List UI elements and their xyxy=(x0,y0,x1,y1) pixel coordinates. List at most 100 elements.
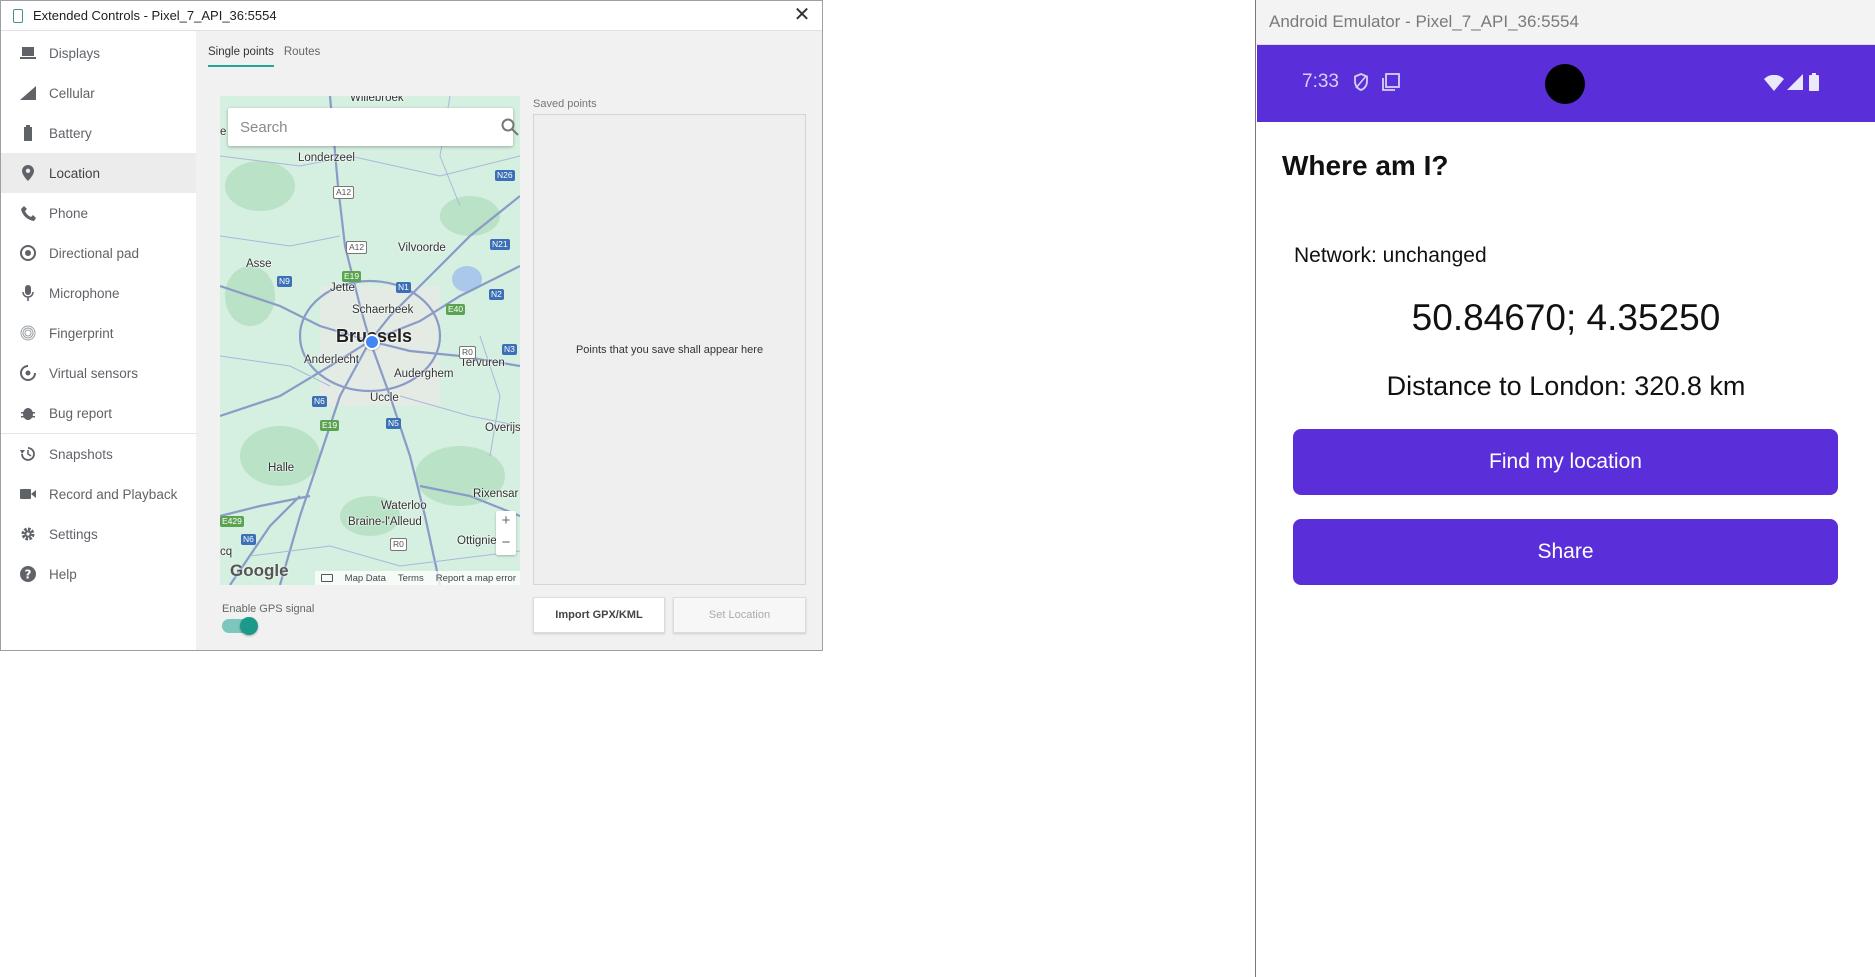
sidebar-item-label: Cellular xyxy=(49,85,95,101)
gps-signal-label: Enable GPS signal xyxy=(222,603,315,615)
map-label-auderghem: Auderghem xyxy=(394,368,454,380)
map-data-link[interactable]: Map Data xyxy=(345,573,386,584)
terms-link[interactable]: Terms xyxy=(398,573,424,584)
map-label-londerzeel: Londerzeel xyxy=(298,152,355,164)
map-label-anderlecht: Anderlecht xyxy=(304,354,359,366)
sidebar-item-battery[interactable]: Battery xyxy=(1,113,196,153)
video-camera-icon xyxy=(19,485,37,503)
sidebar-item-label: Record and Playback xyxy=(49,486,178,502)
close-icon[interactable]: ✕ xyxy=(790,4,814,28)
extended-controls-titlebar: Extended Controls - Pixel_7_API_36:5554 … xyxy=(1,1,822,31)
map-search-box xyxy=(228,108,519,146)
sidebar-item-label: Battery xyxy=(49,125,92,141)
emulator-app-icon xyxy=(13,8,23,23)
saved-points-label: Saved points xyxy=(533,98,597,110)
sidebar-item-label: Directional pad xyxy=(49,245,140,261)
display-icon xyxy=(19,44,37,62)
find-my-location-button[interactable]: Find my location xyxy=(1293,429,1838,495)
report-map-error-link[interactable]: Report a map error xyxy=(436,573,516,584)
road-shield: N1 xyxy=(396,282,411,293)
sidebar-item-label: Microphone xyxy=(49,285,120,301)
gps-signal-toggle[interactable] xyxy=(222,617,258,635)
set-location-button[interactable]: Set Location xyxy=(673,597,806,633)
extended-controls-title: Extended Controls - Pixel_7_API_36:5554 xyxy=(33,8,277,23)
sidebar-item-label: Location xyxy=(49,165,101,181)
cellular-icon xyxy=(19,84,37,102)
location-pin-icon xyxy=(19,164,37,182)
location-panel: Single points Routes Willebroek e Londer… xyxy=(196,31,822,650)
fingerprint-icon xyxy=(19,324,37,342)
road-shield: R0 xyxy=(390,538,407,551)
location-marker[interactable] xyxy=(364,334,380,350)
map-label-halle: Halle xyxy=(268,462,295,474)
road-shield: R0 xyxy=(459,346,476,359)
import-gpx-kml-button[interactable]: Import GPX/KML xyxy=(533,597,665,633)
app-title: Where am I? xyxy=(1282,150,1449,181)
google-logo: Google xyxy=(230,561,289,580)
bug-icon xyxy=(19,404,37,422)
road-shield: N5 xyxy=(386,418,401,429)
sidebar-item-displays[interactable]: Displays xyxy=(1,33,196,73)
front-camera-cutout xyxy=(1545,64,1585,104)
map-label-edge: e xyxy=(220,126,227,138)
sidebar-item-snapshots[interactable]: Snapshots xyxy=(1,434,196,474)
coordinates-text: 50.84670; 4.35250 xyxy=(1411,297,1721,338)
road-shield: N3 xyxy=(502,344,517,355)
share-button[interactable]: Share xyxy=(1293,519,1838,585)
tab-routes[interactable]: Routes xyxy=(284,46,320,67)
tab-single-points[interactable]: Single points xyxy=(208,46,274,67)
sidebar-item-record-and-playback[interactable]: Record and Playback xyxy=(1,474,196,514)
road-shield: N6 xyxy=(241,534,256,545)
snapshots-icon xyxy=(19,445,37,463)
sidebar-item-cellular[interactable]: Cellular xyxy=(1,73,196,113)
wifi-icon xyxy=(1764,74,1784,96)
sidebar-item-microphone[interactable]: Microphone xyxy=(1,273,196,313)
sidebar-item-help[interactable]: ? Help xyxy=(1,554,196,594)
map-footer: Map Data Terms Report a map error xyxy=(314,571,520,585)
status-bar: 7:33 xyxy=(1257,45,1875,122)
sidebar-item-virtual-sensors[interactable]: Virtual sensors xyxy=(1,353,196,393)
keyboard-icon[interactable] xyxy=(320,574,333,582)
toggle-knob xyxy=(240,617,258,635)
sidebar-item-label: Fingerprint xyxy=(49,325,114,341)
sidebar-item-phone[interactable]: Phone xyxy=(1,193,196,233)
map-search-input[interactable] xyxy=(240,118,470,136)
sidebar-item-settings[interactable]: Settings xyxy=(1,514,196,554)
status-time: 7:33 xyxy=(1302,71,1339,92)
battery-icon xyxy=(19,124,37,142)
road-shield: E19 xyxy=(342,271,362,282)
road-shield: N26 xyxy=(495,170,515,181)
map-label-overijse: Overijs xyxy=(485,422,520,434)
road-shield: N21 xyxy=(490,239,510,250)
extended-controls-window: Extended Controls - Pixel_7_API_36:5554 … xyxy=(0,0,823,651)
map-label-edge: cq xyxy=(220,546,233,558)
sidebar-item-fingerprint[interactable]: Fingerprint xyxy=(1,313,196,353)
location-tabs: Single points Routes xyxy=(208,46,320,67)
sidebar-item-label: Displays xyxy=(49,45,101,61)
map-zoom-control: + − xyxy=(496,511,516,555)
map-label-ottignies: Ottignie xyxy=(457,535,497,547)
map-label-jette: Jette xyxy=(330,282,355,294)
road-shield: E429 xyxy=(220,516,244,527)
dpad-icon xyxy=(19,244,37,262)
saved-points-list: Points that you save shall appear here xyxy=(533,114,806,585)
road-shield: A12 xyxy=(333,186,355,199)
sidebar-item-directional-pad[interactable]: Directional pad xyxy=(1,233,196,273)
road-shield: N6 xyxy=(312,396,327,407)
road-shield: N9 xyxy=(277,276,292,287)
distance-text: Distance to London: 320.8 km xyxy=(1386,371,1746,401)
sidebar-item-bug-report[interactable]: Bug report xyxy=(1,393,196,433)
sidebar-item-label: Phone xyxy=(49,205,89,221)
zoom-out-button[interactable]: − xyxy=(496,533,516,555)
emulator-titlebar: Android Emulator - Pixel_7_API_36:5554 xyxy=(1256,0,1875,45)
device-screen: 7:33 Where am I? Network: unchanged 50.8… xyxy=(1257,45,1875,977)
sidebar-item-label: Snapshots xyxy=(49,446,113,462)
phone-icon xyxy=(19,204,37,222)
sidebar-item-label: Settings xyxy=(49,526,98,542)
map-label-vilvoorde: Vilvoorde xyxy=(398,242,446,254)
zoom-in-button[interactable]: + xyxy=(496,511,516,533)
map-label-rixensart: Rixensar xyxy=(473,488,519,500)
map-view[interactable]: Willebroek e Londerzeel Vilvoorde Asse J… xyxy=(220,96,520,585)
sidebar-item-location[interactable]: Location xyxy=(1,153,196,193)
help-icon: ? xyxy=(19,565,37,583)
